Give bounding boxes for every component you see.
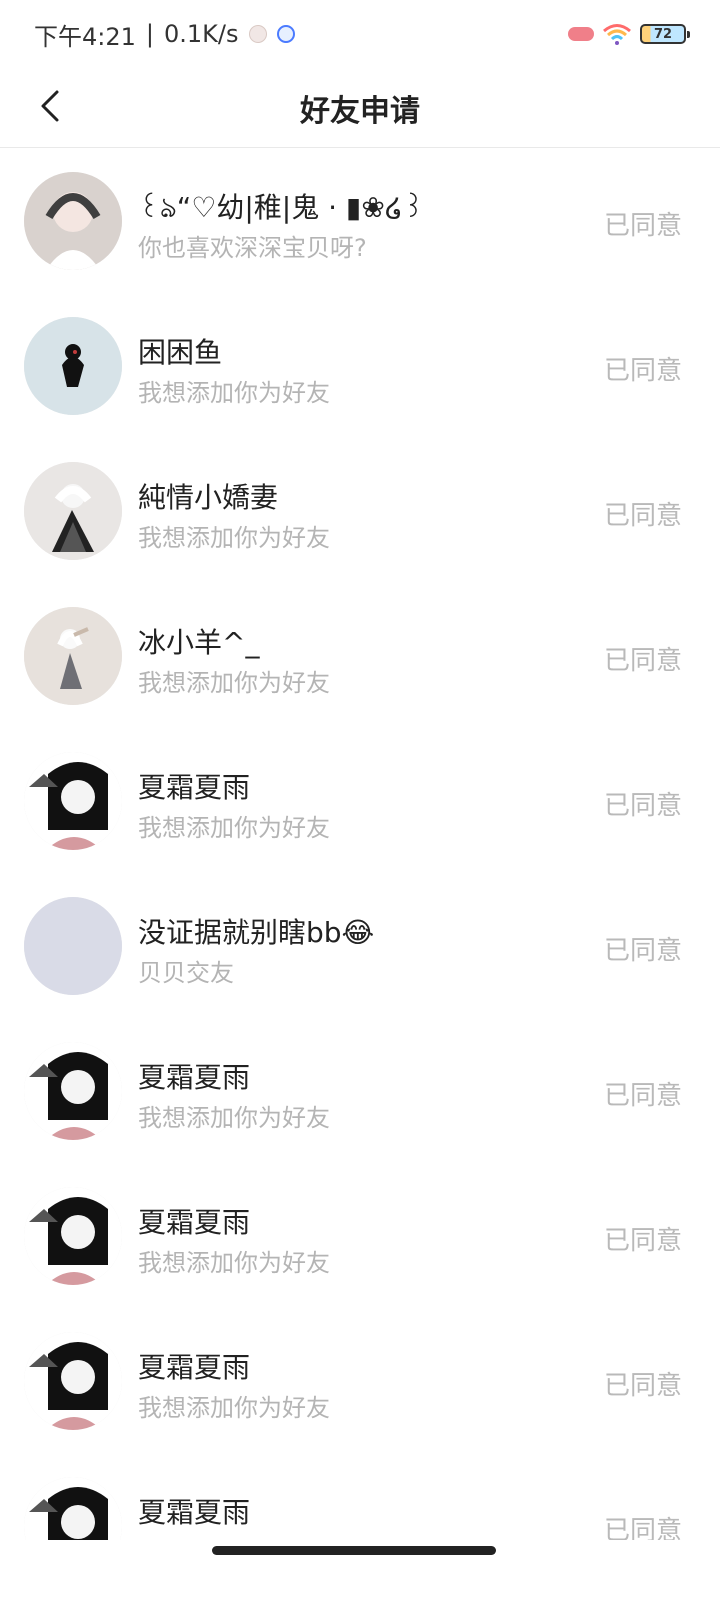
page-title: 好友申请 (300, 94, 420, 129)
friend-request-item[interactable]: 夏霜夏雨 已同意 (0, 1453, 720, 1540)
network-speed: 0.1K/s (164, 20, 239, 48)
status-label: 已同意 (603, 791, 682, 821)
request-name: 夏霜夏雨 (138, 1061, 251, 1094)
avatar[interactable] (24, 1477, 122, 1540)
request-name: ꒰ঌ“♡幼|稚|鬼 · ▮❀໒꒱ (138, 191, 425, 224)
status-label: 已同意 (603, 1081, 682, 1111)
friend-request-item[interactable]: 夏霜夏雨 我想添加你为好友 已同意 (0, 1308, 720, 1453)
status-left: 下午4:21 | 0.1K/s (34, 17, 295, 52)
request-name: 夏霜夏雨 (138, 1496, 251, 1529)
status-label: 已同意 (603, 936, 682, 966)
avatar[interactable] (24, 172, 122, 270)
request-name: 夏霜夏雨 (138, 771, 251, 804)
request-message: 你也喜欢深深宝贝呀? (138, 234, 367, 262)
avatar[interactable] (24, 462, 122, 560)
request-message: 贝贝交友 (138, 959, 234, 987)
friend-requests-screen: 下午4:21 | 0.1K/s 72 好友申请 ꒰ঌ“♡幼|稚|鬼 · ▮❀໒꒱… (0, 0, 720, 1600)
status-label: 已同意 (603, 356, 682, 386)
sim-icon (568, 27, 594, 41)
status-time: 下午4:21 (34, 22, 136, 51)
wifi-icon (602, 22, 632, 46)
request-message: 我想添加你为好友 (138, 814, 330, 842)
friend-request-item[interactable]: 夏霜夏雨 我想添加你为好友 已同意 (0, 728, 720, 873)
avatar[interactable] (24, 1332, 122, 1430)
avatar[interactable] (24, 897, 122, 995)
request-name: 困困鱼 (138, 336, 223, 369)
app-badge-icon (276, 25, 295, 43)
request-message: 我想添加你为好友 (138, 1394, 330, 1422)
avatar[interactable] (24, 317, 122, 415)
status-bar: 下午4:21 | 0.1K/s 72 (0, 0, 720, 68)
status-right: 72 (568, 22, 690, 46)
avatar[interactable] (24, 1042, 122, 1140)
status-label: 已同意 (603, 1226, 682, 1256)
status-label: 已同意 (603, 1371, 682, 1401)
request-name: 没证据就别瞎bb😂 (138, 916, 375, 949)
status-label: 已同意 (603, 1516, 682, 1540)
request-message: 我想添加你为好友 (138, 379, 330, 407)
avatar[interactable] (24, 752, 122, 850)
friend-request-item[interactable]: 没证据就别瞎bb😂 贝贝交友 已同意 (0, 873, 720, 1018)
home-indicator[interactable] (212, 1546, 496, 1555)
request-message: 我想添加你为好友 (138, 1104, 330, 1132)
request-message: 我想添加你为好友 (138, 1249, 330, 1277)
friend-request-item[interactable]: 夏霜夏雨 我想添加你为好友 已同意 (0, 1163, 720, 1308)
request-name: 夏霜夏雨 (138, 1351, 251, 1384)
friend-request-list: ꒰ঌ“♡幼|稚|鬼 · ▮❀໒꒱ 你也喜欢深深宝贝呀? 已同意 困困鱼 我想添加… (0, 148, 720, 1540)
friend-request-item[interactable]: 夏霜夏雨 我想添加你为好友 已同意 (0, 1018, 720, 1163)
status-label: 已同意 (603, 501, 682, 531)
friend-request-item[interactable]: ꒰ঌ“♡幼|稚|鬼 · ▮❀໒꒱ 你也喜欢深深宝贝呀? 已同意 (0, 148, 720, 293)
avatar[interactable] (24, 607, 122, 705)
friend-request-item[interactable]: 冰小羊^_ 我想添加你为好友 已同意 (0, 583, 720, 728)
battery-level: 72 (653, 26, 673, 42)
request-name: 夏霜夏雨 (138, 1206, 251, 1239)
friend-request-item[interactable]: 純情小嬌妻 我想添加你为好友 已同意 (0, 438, 720, 583)
request-message: 我想添加你为好友 (138, 669, 330, 697)
status-label: 已同意 (603, 646, 682, 676)
status-label: 已同意 (603, 211, 682, 241)
request-name: 冰小羊^_ (138, 626, 260, 659)
avatar[interactable] (24, 1187, 122, 1285)
status-divider: | (145, 20, 154, 48)
app-notification-icon (248, 25, 267, 43)
friend-request-item[interactable]: 困困鱼 我想添加你为好友 已同意 (0, 293, 720, 438)
request-name: 純情小嬌妻 (138, 481, 279, 514)
page-header: 好友申请 (0, 68, 720, 148)
battery-indicator: 72 (640, 24, 690, 44)
request-message: 我想添加你为好友 (138, 524, 330, 552)
